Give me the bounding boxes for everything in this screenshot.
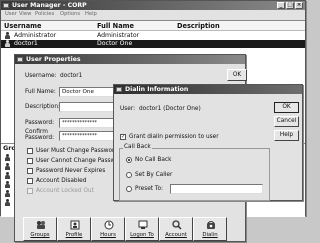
dialin-cancel-button[interactable]: Cancel (274, 116, 299, 127)
must-change-password-checkbox[interactable] (27, 148, 33, 154)
user-properties-title-bar[interactable]: User Properties (15, 55, 245, 64)
username-label: Username: (25, 73, 57, 79)
dialog-icon (116, 87, 122, 92)
hours-button[interactable]: Hours (91, 217, 125, 241)
user-properties-title: User Properties (26, 56, 81, 63)
user-manager-title-bar[interactable]: User Manager - CORP _ □ × (1, 1, 305, 10)
table-row[interactable]: Administrator Administrator (1, 32, 305, 40)
dialin-ok-button[interactable]: OK (274, 102, 299, 113)
account-locked-out-checkbox (27, 188, 33, 194)
column-full-name[interactable]: Full Name (97, 21, 134, 31)
menu-options[interactable]: Options (60, 10, 80, 19)
user-icon (4, 40, 11, 47)
preset-to-input[interactable] (170, 184, 263, 194)
menu-bar: User View Policies Options Help (1, 10, 305, 19)
dialin-icon (206, 220, 216, 230)
row-username: doctor1 (14, 40, 38, 47)
list-header: Username Full Name Description (1, 21, 305, 31)
column-description[interactable]: Description (177, 21, 220, 31)
call-back-legend: Call Back (123, 144, 152, 150)
app-icon (3, 3, 9, 8)
maximize-icon[interactable]: □ (286, 2, 294, 9)
grant-dialin-label: Grant dialin permission to user (129, 134, 219, 140)
confirm-password-label: Confirm Password: (25, 129, 54, 141)
dialin-title-bar[interactable]: Dialin Information (114, 85, 302, 94)
call-back-group: Call Back No Call Back Set By Caller Pre… (119, 144, 270, 201)
dialin-label: Dialin (202, 232, 218, 238)
password-never-expires-checkbox[interactable] (27, 168, 33, 174)
group-icon (4, 154, 11, 161)
confirm-label-line2: Password: (25, 135, 55, 141)
preset-to-radio[interactable] (126, 186, 132, 192)
account-disabled-checkbox[interactable] (27, 178, 33, 184)
row-username: Administrator (14, 32, 57, 39)
group-icon (4, 172, 11, 179)
no-call-back-label: No Call Back (135, 157, 172, 163)
logon-icon (138, 220, 148, 230)
menu-user[interactable]: User (5, 10, 17, 19)
account-label: Account (165, 232, 187, 238)
dialog-icon (17, 57, 23, 62)
groups-icon (36, 220, 46, 230)
groups-label: Groups (30, 232, 50, 238)
menu-help[interactable]: Help (85, 10, 97, 19)
account-icon (172, 220, 182, 230)
account-button[interactable]: Account (159, 217, 193, 241)
table-row-selected[interactable]: doctor1 Doctor One (1, 40, 305, 48)
minimize-icon[interactable]: _ (277, 2, 285, 9)
no-call-back-radio[interactable] (126, 157, 132, 163)
set-by-caller-radio[interactable] (126, 172, 132, 178)
password-label: Password: (25, 120, 55, 126)
row-full-name: Administrator (97, 32, 140, 39)
groups-button[interactable]: Groups (23, 217, 57, 241)
group-icon (4, 199, 11, 206)
clock-icon (104, 220, 114, 230)
row-full-name: Doctor One (97, 40, 133, 47)
set-by-caller-label: Set By Caller (135, 172, 173, 178)
dialin-information-dialog: Dialin Information User: doctor1 (Doctor… (113, 84, 303, 201)
profile-icon (70, 220, 80, 230)
username-value: doctor1 (60, 73, 83, 79)
full-name-label: Full Name: (25, 89, 56, 95)
user-icon (4, 32, 11, 39)
column-username[interactable]: Username (4, 21, 42, 31)
account-locked-out-label: Account Locked Out (36, 188, 94, 194)
logon-to-label: Logon To (130, 232, 154, 238)
grant-dialin-checkbox[interactable]: ✓ (120, 134, 126, 140)
group-icon (4, 163, 11, 170)
user-manager-title: User Manager - CORP (12, 2, 87, 9)
dialin-help-button[interactable]: Help (274, 130, 299, 141)
menu-view[interactable]: View (19, 10, 31, 19)
cannot-change-password-label: User Cannot Change Password (36, 158, 125, 164)
group-icon (4, 190, 11, 197)
dialin-title: Dialin Information (125, 86, 189, 93)
dialin-button[interactable]: Dialin (193, 217, 227, 241)
password-never-expires-label: Password Never Expires (36, 168, 106, 174)
profile-label: Profile (65, 232, 83, 238)
logon-to-button[interactable]: Logon To (125, 217, 159, 241)
profile-button[interactable]: Profile (57, 217, 91, 241)
dialin-user-value: doctor1 (Doctor One) (139, 106, 201, 112)
group-icon (4, 181, 11, 188)
hours-label: Hours (100, 232, 116, 238)
preset-to-label: Preset To: (135, 186, 163, 192)
description-label: Description: (25, 104, 60, 110)
account-disabled-label: Account Disabled (36, 178, 87, 184)
ok-button[interactable]: OK (227, 69, 247, 81)
close-icon[interactable]: × (295, 2, 303, 9)
cannot-change-password-checkbox[interactable] (27, 158, 33, 164)
dialin-user-label: User: (120, 106, 136, 112)
menu-policies[interactable]: Policies (35, 10, 54, 19)
